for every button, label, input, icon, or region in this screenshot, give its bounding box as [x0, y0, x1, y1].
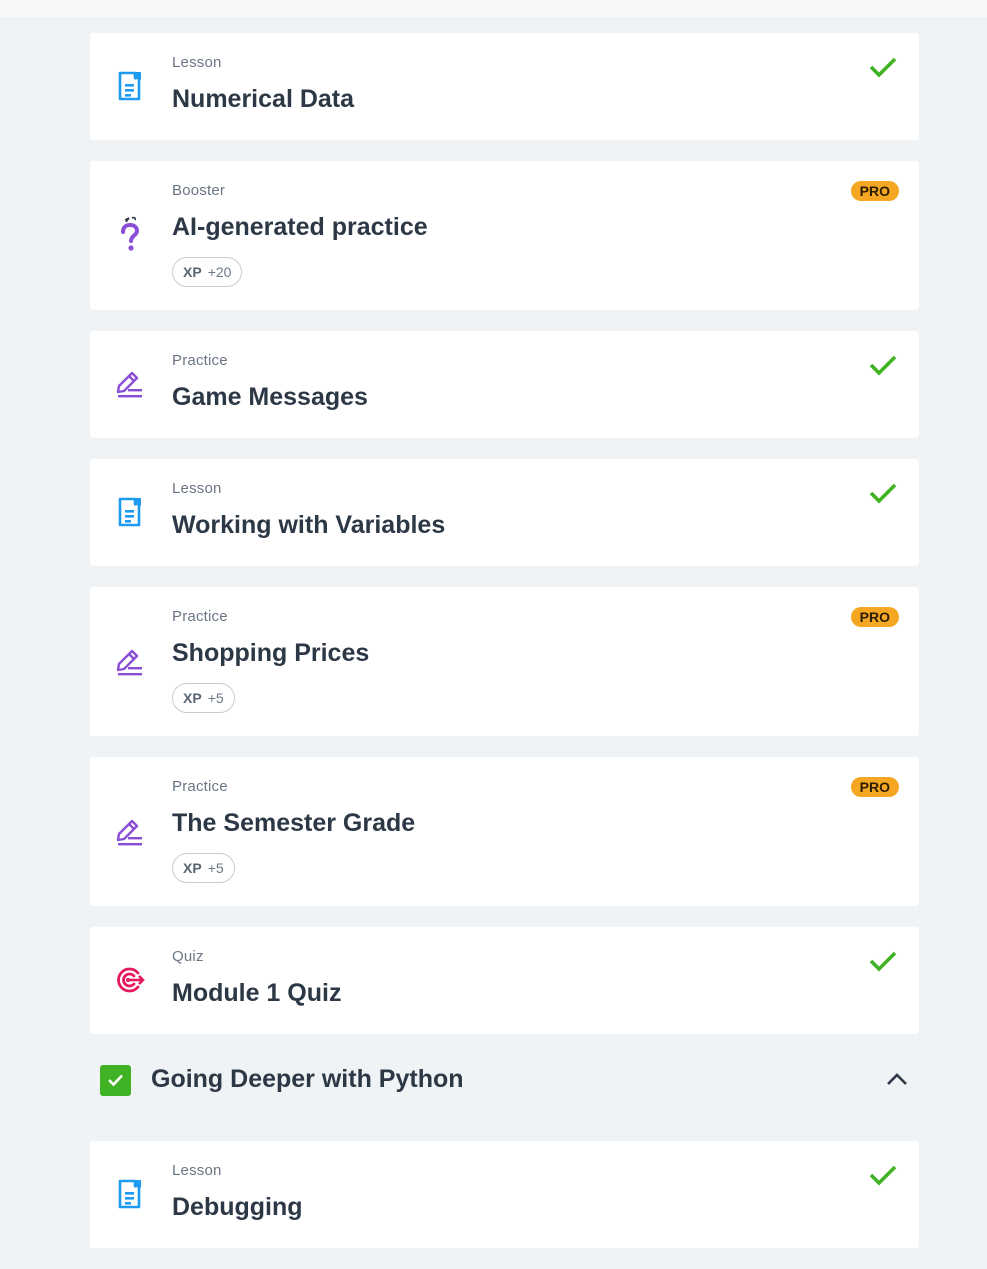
document-icon: [118, 497, 141, 527]
document-icon: [118, 71, 141, 101]
item-type: Booster: [172, 182, 226, 199]
pro-badge: PRO: [850, 181, 899, 201]
pencil-icon: [116, 371, 142, 398]
list-item-debugging[interactable]: Lesson Debugging: [90, 1141, 919, 1248]
item-type: Practice: [172, 352, 228, 369]
item-type: Practice: [172, 608, 228, 625]
xp-badge: XP +5: [172, 853, 235, 883]
item-type: Lesson: [172, 480, 222, 497]
section-header-going-deeper[interactable]: Going Deeper with Python: [90, 1043, 919, 1120]
xp-label: XP: [183, 264, 202, 280]
item-title: Debugging: [172, 1193, 303, 1221]
completed-check-icon: [869, 355, 897, 376]
xp-badge: XP +5: [172, 683, 235, 713]
xp-badge: XP +20: [172, 257, 243, 287]
check-icon: [108, 1074, 123, 1087]
list-item-shopping-prices[interactable]: Practice Shopping Prices XP +5 PRO: [90, 587, 919, 736]
question-mark-icon: [121, 216, 140, 251]
section-title: Going Deeper with Python: [151, 1065, 464, 1093]
item-type: Lesson: [172, 1162, 222, 1179]
completed-check-icon: [869, 1165, 897, 1186]
item-title: AI-generated practice: [172, 213, 428, 241]
completed-check-icon: [869, 57, 897, 78]
item-type: Practice: [172, 778, 228, 795]
xp-label: XP: [183, 860, 202, 876]
document-icon: [118, 1179, 141, 1209]
completed-check-icon: [869, 951, 897, 972]
item-title: Shopping Prices: [172, 639, 370, 667]
list-item-module-1-quiz[interactable]: Quiz Module 1 Quiz: [90, 927, 919, 1034]
completed-check-icon: [869, 483, 897, 504]
pro-badge: PRO: [850, 607, 899, 627]
list-item-working-with-variables[interactable]: Lesson Working with Variables: [90, 459, 919, 566]
target-icon: [117, 967, 145, 993]
item-title: The Semester Grade: [172, 809, 416, 837]
pencil-icon: [116, 649, 142, 676]
item-type: Lesson: [172, 54, 222, 71]
xp-value: +5: [207, 860, 224, 876]
pro-badge: PRO: [850, 777, 899, 797]
item-title: Working with Variables: [172, 511, 446, 539]
item-title: Numerical Data: [172, 85, 355, 113]
list-item-ai-generated-practice[interactable]: Booster AI-generated practice XP +20 PRO: [90, 161, 919, 310]
xp-value: +5: [207, 690, 224, 706]
list-item-game-messages[interactable]: Practice Game Messages: [90, 331, 919, 438]
item-title: Game Messages: [172, 383, 368, 411]
xp-value: +20: [207, 264, 232, 280]
chevron-up-icon[interactable]: [885, 1071, 909, 1087]
item-type: Quiz: [172, 948, 204, 965]
pencil-icon: [116, 819, 142, 846]
list-item-numerical-data[interactable]: Lesson Numerical Data: [90, 33, 919, 140]
top-bar: [0, 0, 987, 17]
module-list: Lesson Numerical Data Booster AI-generat…: [90, 33, 919, 1269]
item-title: Module 1 Quiz: [172, 979, 342, 1007]
list-item-the-semester-grade[interactable]: Practice The Semester Grade XP +5 PRO: [90, 757, 919, 906]
xp-label: XP: [183, 690, 202, 706]
section-completed-checkbox: [100, 1065, 131, 1096]
